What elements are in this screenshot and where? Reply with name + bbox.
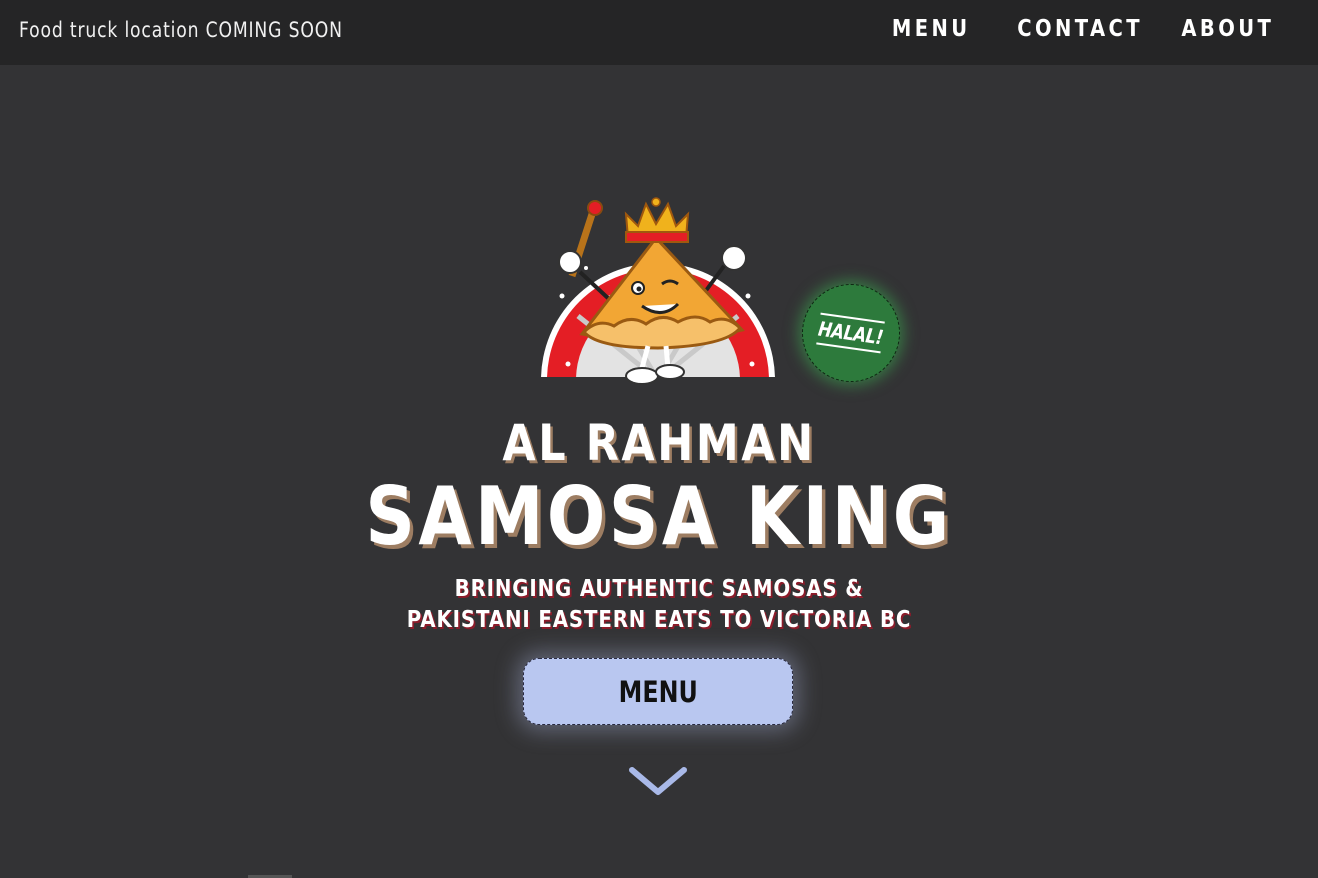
brand-title-top: AL RAHMAN <box>502 414 816 472</box>
location-notice: Food truck location COMING SOON <box>19 18 343 42</box>
nav-menu-link[interactable]: MENU <box>892 16 971 42</box>
nav-contact-link[interactable]: CONTACT <box>1017 16 1143 42</box>
tagline: BRINGING AUTHENTIC SAMOSAS & PAKISTANI E… <box>92 574 1225 636</box>
tagline-line-2: PAKISTANI EASTERN EATS TO VICTORIA BC <box>406 607 912 633</box>
chevron-down-icon[interactable] <box>628 766 688 798</box>
halal-badge: HALAL! <box>802 284 900 382</box>
top-bar: Food truck location COMING SOON MENU CON… <box>0 0 1318 65</box>
brand-title-main: SAMOSA KING <box>365 470 953 563</box>
menu-button[interactable]: MENU <box>523 658 793 725</box>
tagline-line-1: BRINGING AUTHENTIC SAMOSAS & <box>454 576 864 602</box>
halal-badge-label: HALAL! <box>816 312 886 354</box>
menu-button-label: MENU <box>618 674 698 709</box>
samosa-king-mascot-icon <box>541 197 775 385</box>
nav-about-link[interactable]: ABOUT <box>1181 16 1274 42</box>
main-nav: MENU CONTACT ABOUT <box>878 16 1274 42</box>
